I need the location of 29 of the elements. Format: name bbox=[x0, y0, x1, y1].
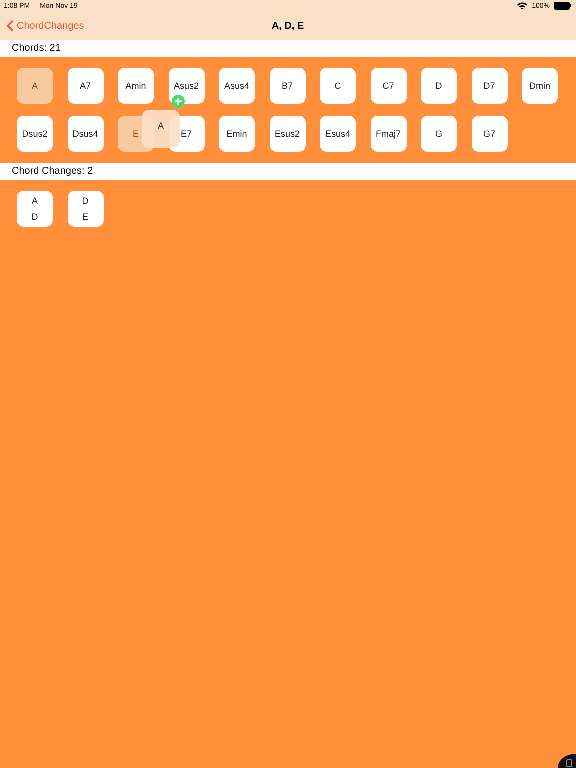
chord-tile[interactable]: Dsus2 bbox=[17, 116, 53, 152]
chord-tile[interactable]: Esus4 bbox=[320, 116, 356, 152]
chevron-left-icon bbox=[7, 20, 14, 32]
chord-tile[interactable]: Amin bbox=[118, 68, 154, 104]
chord-tile[interactable]: Esus2 bbox=[270, 116, 306, 152]
drag-preview-tile: A bbox=[142, 110, 180, 148]
chord-tile[interactable]: Dsus4 bbox=[68, 116, 104, 152]
chord-tile[interactable]: D7 bbox=[472, 68, 508, 104]
chord-tile[interactable]: A bbox=[17, 68, 53, 104]
battery-icon bbox=[554, 2, 572, 10]
chord-tile[interactable]: G bbox=[421, 116, 457, 152]
chord-tile[interactable]: C bbox=[320, 68, 356, 104]
section-title: Chords: 21 bbox=[12, 43, 61, 54]
nav-title: A, D, E bbox=[272, 20, 304, 32]
chord-tile[interactable]: Emin bbox=[219, 116, 255, 152]
chord-tile[interactable]: B7 bbox=[270, 68, 306, 104]
chord-tile[interactable]: C7 bbox=[370, 68, 406, 104]
chord-tile[interactable]: D bbox=[421, 68, 457, 104]
chord-tile[interactable]: A7 bbox=[68, 68, 104, 104]
chord-tile[interactable]: G7 bbox=[472, 116, 508, 152]
chord-tile[interactable]: Fmaj7 bbox=[370, 116, 406, 152]
chord-tile[interactable]: Asus2 bbox=[168, 68, 204, 104]
chord-tile[interactable]: Dmin bbox=[522, 68, 558, 104]
chord-change-tile[interactable]: A D bbox=[17, 191, 53, 227]
wifi-icon bbox=[517, 2, 528, 10]
section-title: Chord Changes: 2 bbox=[12, 166, 94, 177]
chord-tile[interactable]: Asus4 bbox=[219, 68, 255, 104]
chord-change-tile[interactable]: D E bbox=[68, 191, 104, 227]
plus-badge-icon bbox=[172, 95, 185, 108]
